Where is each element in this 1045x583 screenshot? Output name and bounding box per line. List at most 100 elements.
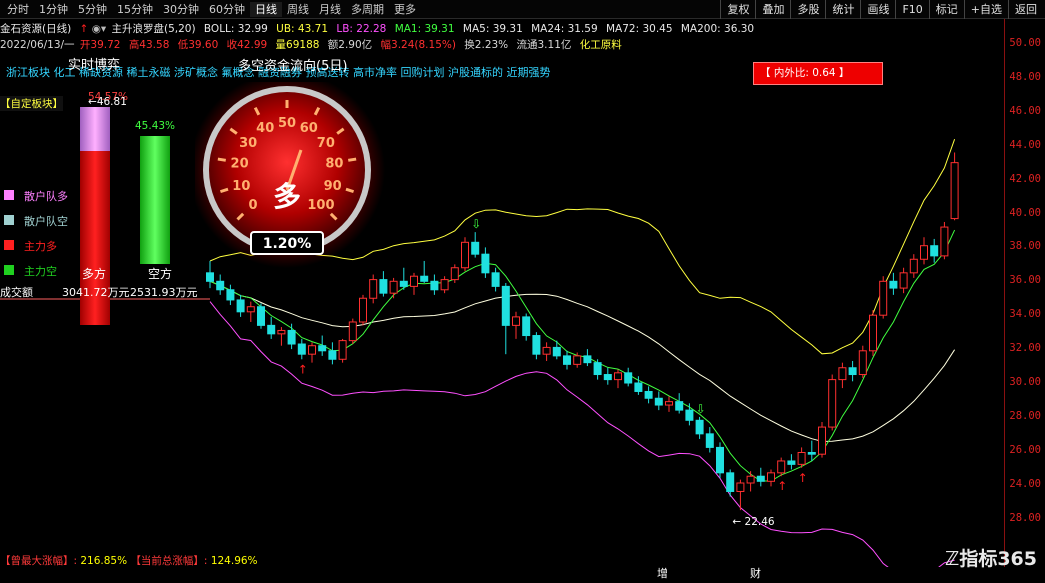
candle (481, 247, 490, 278)
candle (940, 221, 949, 260)
tab-period[interactable]: 周线 (282, 2, 314, 17)
axis-label: 48.00 (1009, 70, 1041, 83)
tab-period[interactable]: 月线 (314, 2, 346, 17)
candle (767, 469, 775, 487)
axis-label: 38.00 (1009, 240, 1041, 253)
candle (920, 237, 928, 265)
candle (236, 294, 245, 317)
candle (807, 440, 816, 461)
ratio-button[interactable]: 【 内外比: 0.64 】 (753, 62, 883, 85)
stats-button[interactable]: 统计 (825, 0, 860, 19)
sell-signal-icon: ⇩ (471, 217, 481, 231)
lb-line (209, 301, 955, 567)
sell-pct: 45.43% (135, 120, 176, 132)
legend-swatch-main-long (4, 240, 14, 250)
axis-label: 44.00 (1009, 138, 1041, 151)
candle (756, 467, 765, 487)
current-gain-label: 【当前总涨幅】: 124.96% (130, 555, 258, 567)
candle (950, 152, 959, 221)
bottom-status: 【曾最大涨幅】: 216.85% 【当前总涨幅】: 124.96% (0, 553, 258, 568)
candle (716, 442, 724, 478)
candle (226, 284, 235, 306)
candle (338, 338, 347, 363)
candle (797, 447, 806, 468)
candle (522, 313, 531, 341)
mark-button[interactable]: 标记 (928, 0, 964, 19)
candle (461, 237, 469, 272)
gauge-tick-label: 90 (324, 179, 342, 194)
candle (297, 338, 306, 360)
candle (644, 386, 653, 404)
action-buttons: 复权 叠加 多股 统计 画线 F10 标记 +自选 返回 (720, 0, 1043, 19)
candle (695, 416, 704, 439)
candle (899, 267, 908, 294)
tab-period[interactable]: 5分钟 (73, 2, 112, 17)
gauge-tick-label: 40 (256, 121, 274, 136)
tab-period[interactable]: 60分钟 (204, 2, 250, 17)
candle (257, 303, 265, 329)
adjust-button[interactable]: 复权 (720, 0, 755, 19)
axis-label: 46.00 (1009, 104, 1041, 117)
flow-panel: 实时博弈 【自定板块】 54.57% ←46.81 45.43% 多方 空方 散… (0, 58, 215, 325)
event-marker-cai[interactable]: 财 (750, 565, 761, 581)
gauge-tick-label: 100 (307, 198, 334, 213)
candle (287, 323, 296, 350)
candle (563, 350, 571, 370)
candle (909, 254, 918, 278)
legend-swatch-retail-short (4, 215, 14, 225)
add-watchlist-button[interactable]: +自选 (963, 0, 1008, 19)
candle (399, 267, 408, 290)
tab-period[interactable]: 多周期 (346, 2, 389, 17)
candle (430, 274, 439, 295)
candle (777, 457, 786, 477)
legend-main-long: 主力多 (24, 240, 57, 253)
axis-label: 34.00 (1009, 308, 1041, 321)
candle (389, 277, 398, 299)
axis-label: 32.00 (1009, 342, 1041, 355)
tab-more[interactable]: 更多 (389, 2, 421, 17)
tab-period[interactable]: 分时 (2, 2, 34, 17)
tab-period[interactable]: 15分钟 (112, 2, 158, 17)
sell-signal-icon: ⇩ (696, 402, 706, 416)
axis-label: 24.00 (1009, 477, 1041, 490)
tab-period-active[interactable]: 日线 (250, 2, 282, 17)
ma24-line (209, 280, 956, 442)
candle (828, 374, 837, 431)
candle (930, 238, 939, 263)
custom-block-label[interactable]: 【自定板块】 (0, 96, 63, 111)
candle (746, 471, 755, 492)
event-marker-zeng[interactable]: 增 (657, 565, 668, 581)
axis-label: 30.00 (1009, 376, 1041, 388)
candle (532, 332, 541, 360)
top-toolbar: 分时 1分钟 5分钟 15分钟 30分钟 60分钟 日线 周线 月线 多周期 更… (0, 0, 1045, 19)
gauge-widget: 0 10 20 3040 50 6070 80 90 100 多 1.20% (195, 82, 385, 268)
multi-stock-button[interactable]: 多股 (790, 0, 825, 19)
sell-bar (140, 136, 170, 264)
candle (838, 362, 847, 389)
candle (665, 396, 673, 412)
axis-label: 42.00 (1009, 172, 1041, 185)
draw-line-button[interactable]: 画线 (860, 0, 895, 19)
overlay-button[interactable]: 叠加 (755, 0, 790, 19)
tab-period[interactable]: 1分钟 (34, 2, 73, 17)
candle (675, 393, 684, 414)
axis-label: 50.00 (1009, 37, 1041, 49)
gauge-tick-label: 60 (300, 121, 318, 136)
candle (603, 367, 612, 385)
candle (726, 469, 735, 497)
candle (736, 479, 745, 511)
gauge-tick-label: 0 (249, 198, 258, 213)
f10-button[interactable]: F10 (895, 0, 928, 19)
gauge-tick-label: 20 (231, 156, 249, 171)
tab-period[interactable]: 30分钟 (158, 2, 204, 17)
candle (491, 267, 500, 292)
buy-signal-icon: ↑ (777, 479, 787, 493)
candle (216, 274, 225, 295)
legend-retail-long: 散户队多 (24, 190, 68, 203)
candle (267, 316, 276, 339)
sell-label: 空方 (148, 267, 173, 281)
candle (308, 342, 316, 363)
buy-signal-icon: ↑ (298, 362, 308, 376)
back-button[interactable]: 返回 (1008, 0, 1043, 19)
candle (614, 369, 622, 389)
